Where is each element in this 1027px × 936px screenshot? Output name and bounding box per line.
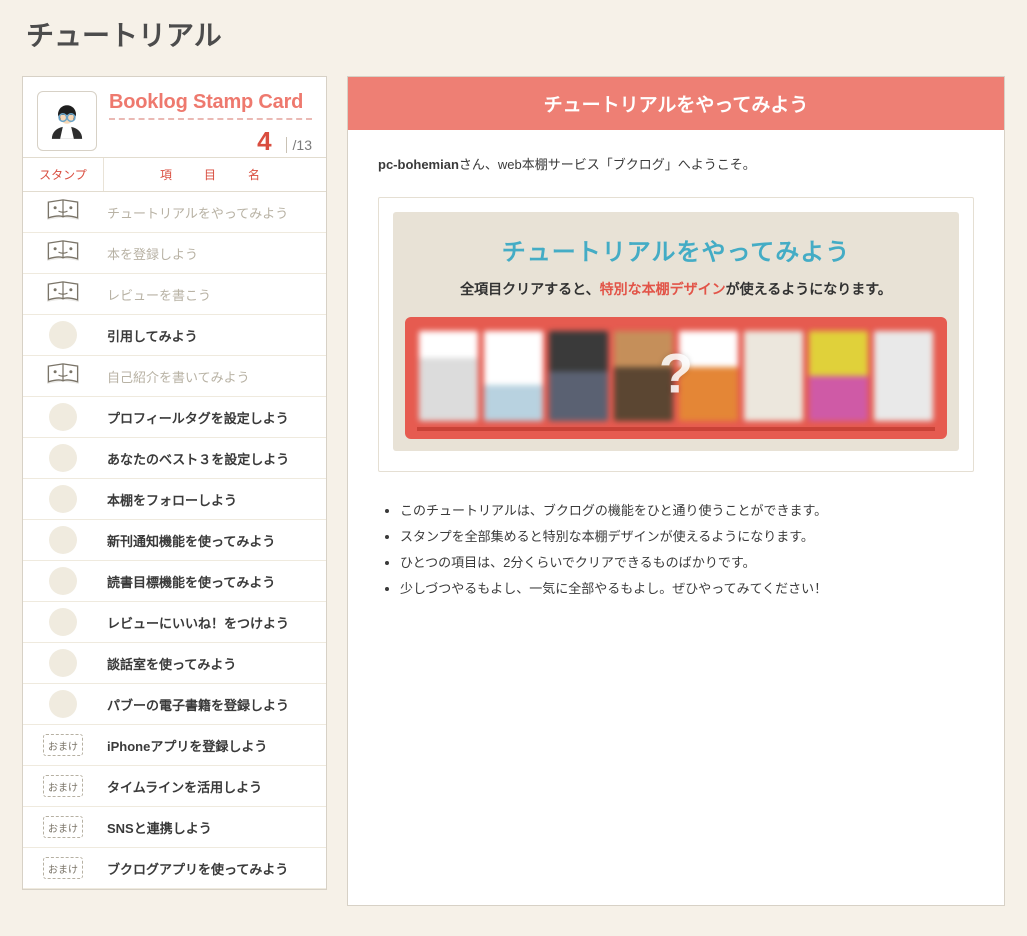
stamp-list-item[interactable]: 読書目標機能を使ってみよう [23,561,326,602]
stamp-item-label: 本棚をフォローしよう [103,480,326,519]
hero-card: チュートリアルをやってみよう 全項目クリアすると、特別な本棚デザインが使えるよう… [378,197,974,472]
stamp-list-item[interactable]: 新刊通知機能を使ってみよう [23,520,326,561]
hero-sub-post: が使えるようになります。 [726,281,892,297]
book-stamp-icon [45,238,81,269]
stamp-item-label: レビューを書こう [103,275,326,314]
stamp-list-item[interactable]: 本を登録しよう [23,233,326,274]
stamp-item-label: あなたのベスト３を設定しよう [103,439,326,478]
stamp-card-title: Booklog Stamp Card [109,91,312,120]
empty-stamp-icon [49,690,77,718]
stamp-list-item[interactable]: チュートリアルをやってみよう [23,192,326,233]
stamp-item-label: プロフィールタグを設定しよう [103,398,326,437]
hero-sub-accent: 特別な本棚デザイン [600,281,726,297]
stamp-item-label: 談話室を使ってみよう [103,644,326,683]
book-stamp-icon [45,197,81,228]
book-stamp-icon [45,279,81,310]
empty-stamp-icon [49,321,77,349]
stamp-list-item[interactable]: あなたのベスト３を設定しよう [23,438,326,479]
stamp-list-item[interactable]: レビューにいいね！をつけよう [23,602,326,643]
stamp-list-item[interactable]: 談話室を使ってみよう [23,643,326,684]
book-thumbnail [744,331,803,421]
book-thumbnail [419,331,478,421]
stamp-item-label: SNSと連携しよう [103,808,326,847]
hero-sub-pre: 全項目クリアすると、 [460,281,599,297]
bookshelf-preview: ? [405,317,947,439]
avatar [37,91,97,151]
empty-stamp-icon [49,608,77,636]
stamp-item-label: パブーの電子書籍を登録しよう [103,685,326,724]
stamp-list-item[interactable]: 本棚をフォローしよう [23,479,326,520]
welcome-username: pc-bohemian [378,157,459,172]
stamp-item-label: タイムラインを活用しよう [103,767,326,806]
empty-stamp-icon [49,567,77,595]
stamp-item-label: 新刊通知機能を使ってみよう [103,521,326,560]
stamp-list-item[interactable]: おまけブクログアプリを使ってみよう [23,848,326,889]
stamp-item-label: レビューにいいね！をつけよう [103,603,326,642]
empty-stamp-icon [49,485,77,513]
stamp-list-item[interactable]: おまけ iPhoneアプリを登録しよう [23,725,326,766]
stamp-item-label: 自己紹介を書いてみよう [103,357,326,396]
book-thumbnail [874,331,933,421]
tutorial-bullet: 少しづつやるもよし、一気に全部やるもよし。ぜひやってみてください！ [400,576,974,602]
empty-stamp-icon [49,403,77,431]
stamp-list-item[interactable]: レビューを書こう [23,274,326,315]
stamp-count-total: /13 [293,137,312,153]
book-thumbnail [484,331,543,421]
empty-stamp-icon [49,526,77,554]
welcome-text: pc-bohemianさん、web本棚サービス「ブクログ」へようこそ。 [378,154,974,173]
stamp-item-label: 引用してみよう [103,316,326,355]
bonus-badge: おまけ [43,775,83,797]
stamp-item-label: チュートリアルをやってみよう [103,193,326,232]
welcome-rest: さん、web本棚サービス「ブクログ」へようこそ。 [459,157,756,172]
book-thumbnail [549,331,608,421]
tutorial-header: チュートリアルをやってみよう [348,77,1004,130]
stamp-card: Booklog Stamp Card 4 /13 スタンプ 項 目 名 チュート… [22,76,327,890]
hero-subtitle: 全項目クリアすると、特別な本棚デザインが使えるようになります。 [405,279,947,299]
tutorial-bullet: スタンプを全部集めると特別な本棚デザインが使えるようになります。 [400,524,974,550]
stamp-item-label: 本を登録しよう [103,234,326,273]
stamp-item-label: iPhoneアプリを登録しよう [103,726,326,765]
stamp-list-item[interactable]: 引用してみよう [23,315,326,356]
stamp-list-item[interactable]: 自己紹介を書いてみよう [23,356,326,397]
question-mark-icon: ? [659,340,693,405]
stamp-list-item[interactable]: プロフィールタグを設定しよう [23,397,326,438]
bonus-badge: おまけ [43,857,83,879]
stamp-count: 4 /13 [109,126,312,157]
stamp-list-item[interactable]: パブーの電子書籍を登録しよう [23,684,326,725]
stamp-list-item[interactable]: おまけタイムラインを活用しよう [23,766,326,807]
empty-stamp-icon [49,444,77,472]
bonus-badge: おまけ [43,816,83,838]
column-header-name: 項 目 名 [104,158,326,191]
tutorial-bullet-list: このチュートリアルは、ブクログの機能をひと通り使うことができます。スタンプを全部… [378,498,974,602]
book-stamp-icon [45,361,81,392]
tutorial-bullet: このチュートリアルは、ブクログの機能をひと通り使うことができます。 [400,498,974,524]
stamp-count-completed: 4 [257,126,271,156]
stamp-item-label: 読書目標機能を使ってみよう [103,562,326,601]
bonus-badge: おまけ [43,734,83,756]
empty-stamp-icon [49,649,77,677]
stamp-item-label: ブクログアプリを使ってみよう [103,849,326,888]
book-thumbnail [809,331,868,421]
column-header-stamp: スタンプ [23,158,104,191]
tutorial-bullet: ひとつの項目は、2分くらいでクリアできるものばかりです。 [400,550,974,576]
tutorial-panel: チュートリアルをやってみよう pc-bohemianさん、web本棚サービス「ブ… [347,76,1005,906]
page-title: チュートリアル [26,14,1005,54]
stamp-list-item[interactable]: おまけ SNSと連携しよう [23,807,326,848]
hero-title: チュートリアルをやってみよう [405,232,947,267]
